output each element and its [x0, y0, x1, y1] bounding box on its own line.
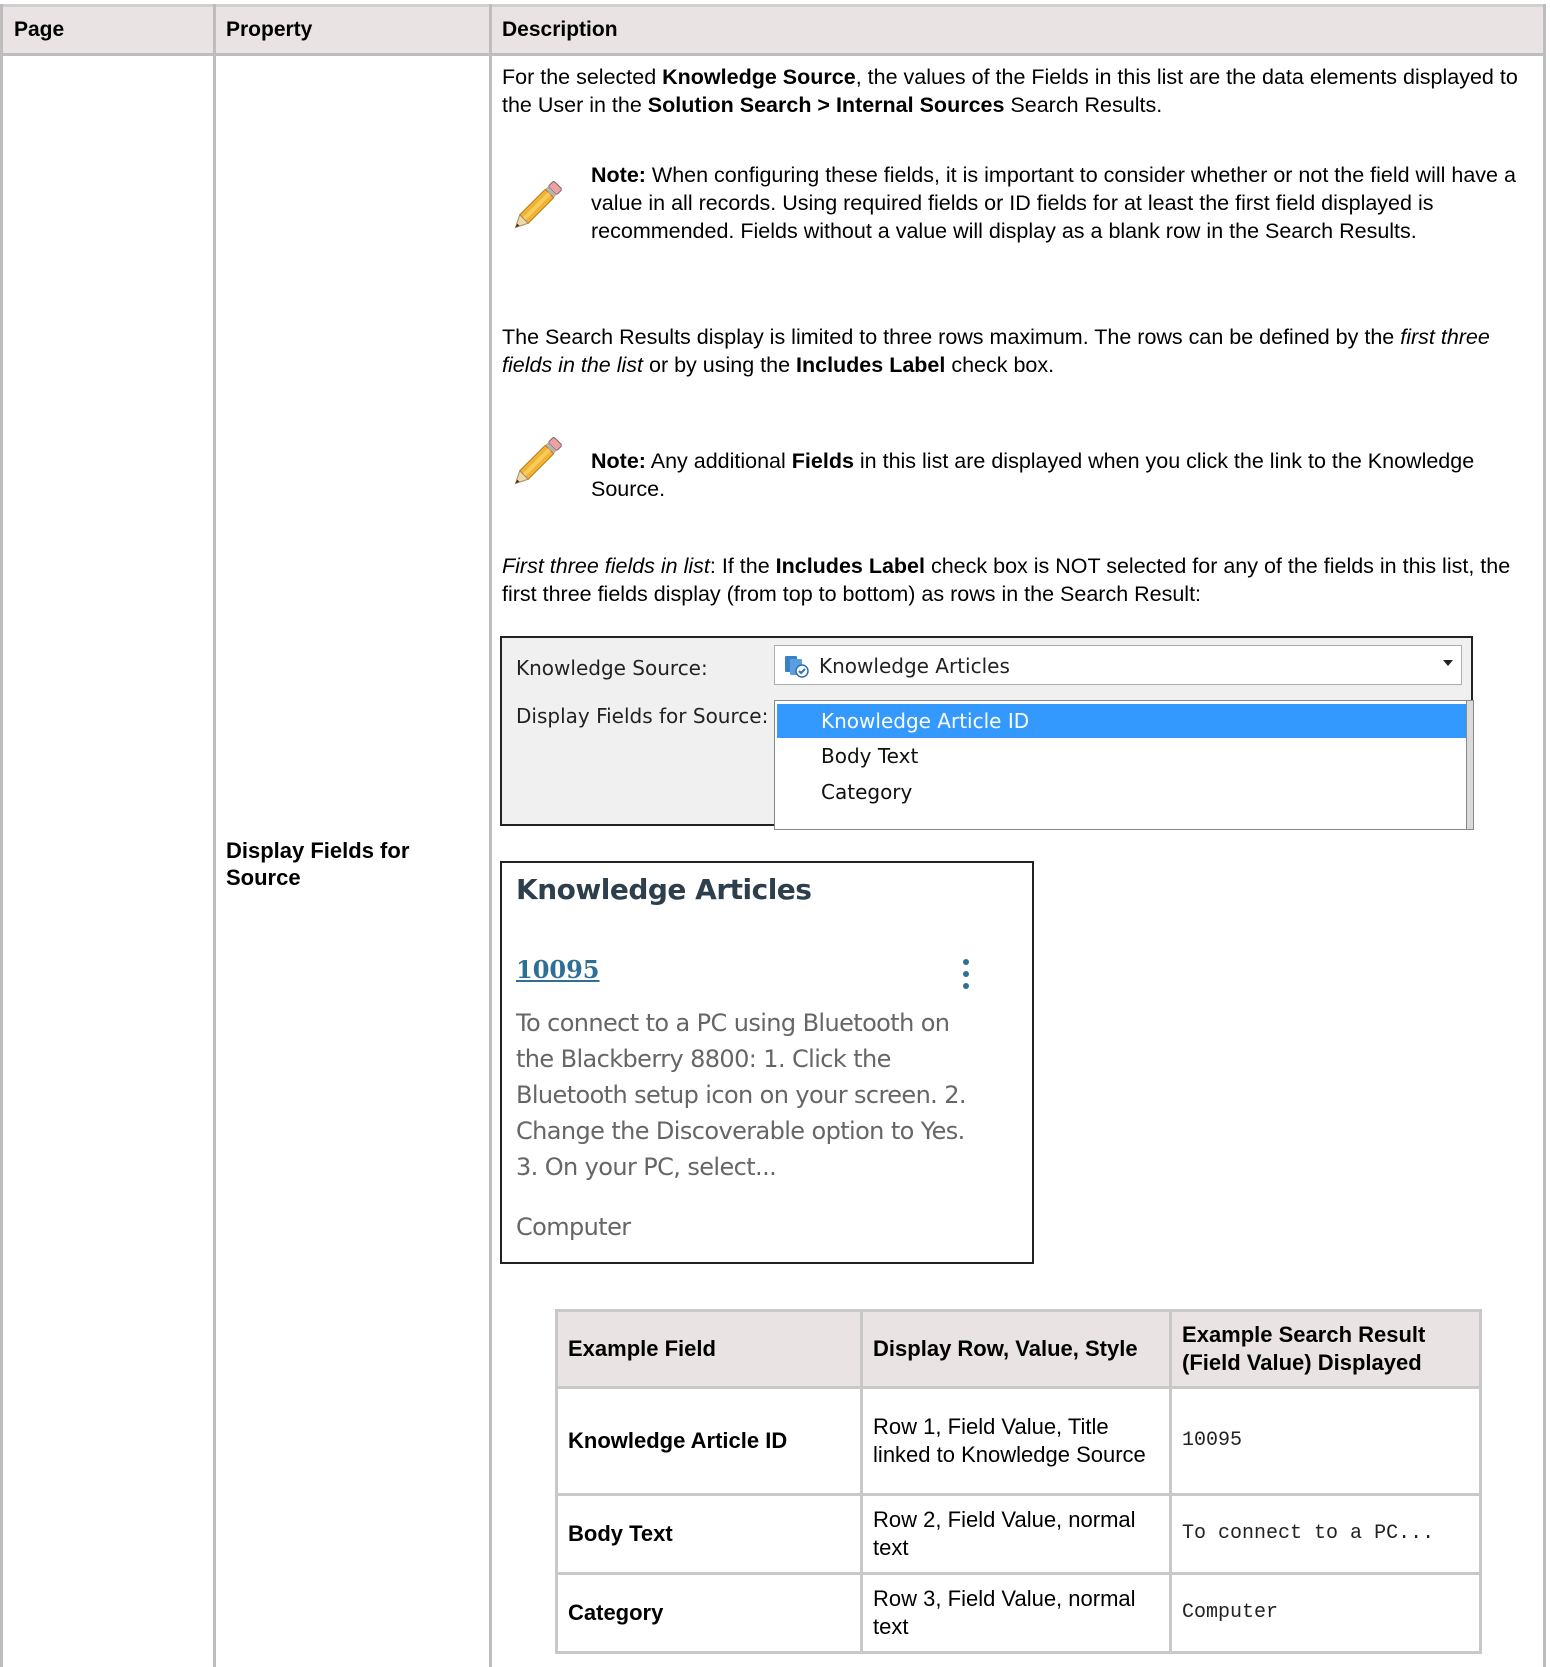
list-item-label: Category	[821, 780, 913, 804]
table-border-top	[0, 4, 1546, 7]
knowledge-source-value: Knowledge Articles	[819, 654, 1010, 678]
note-1: Note: When configuring these fields, it …	[591, 161, 1521, 245]
p3-text-italic: First three fields in list	[502, 554, 710, 578]
p2-text-c: or by using the	[643, 353, 796, 377]
example-header-display: Display Row, Value, Style	[860, 1309, 1173, 1389]
list-item-label: Body Text	[821, 744, 919, 768]
display-fields-form-screenshot: Knowledge Source: Knowledge Articles Dis…	[500, 636, 1474, 830]
p2-text-bold: Includes Label	[796, 353, 946, 377]
table-border-left	[0, 4, 3, 1667]
card-title: Knowledge Articles	[516, 873, 812, 906]
p3-text-bold: Includes Label	[775, 554, 925, 578]
card-body-text: To connect to a PC using Bluetooth on th…	[516, 1009, 967, 1181]
card-article-link[interactable]: 10095	[516, 955, 600, 984]
example-header-result: Example Search Result (Field Value) Disp…	[1169, 1309, 1482, 1389]
table-divider-2	[489, 4, 492, 1667]
note-2-text-a: Any additional	[645, 449, 792, 473]
p2-text-a: The Search Results display is limited to…	[502, 325, 1401, 349]
display-fields-label: Display Fields for Source:	[516, 704, 769, 728]
header-description: Description	[502, 18, 618, 41]
search-result-card-screenshot: Knowledge Articles 10095 To connect to a…	[500, 861, 1034, 1264]
card-category: Computer	[516, 1213, 631, 1241]
example-result-cell: To connect to a PC...	[1169, 1492, 1482, 1575]
example-fields-table: Example Field Display Row, Value, Style …	[554, 1309, 1482, 1655]
list-item-label: Knowledge Article ID	[821, 709, 1030, 733]
list-item[interactable]: Body Text	[777, 739, 1467, 773]
p3-text-b: : If the	[709, 554, 776, 578]
example-field-cell: Knowledge Article ID	[554, 1386, 864, 1496]
note-1-label: Note:	[591, 163, 646, 187]
pencil-note-icon	[514, 181, 562, 229]
note-1-text: When configuring these fields, it is imp…	[591, 163, 1516, 243]
example-result-cell: Computer	[1169, 1571, 1482, 1655]
example-display-cell: Row 1, Field Value, Title linked to Know…	[860, 1386, 1173, 1496]
note-2-label: Note:	[591, 449, 646, 473]
list-item[interactable]: Category	[777, 775, 1467, 809]
table-border-header	[0, 53, 1546, 56]
example-table-header: Example Field Display Row, Value, Style …	[554, 1309, 1482, 1389]
p2-text-e: check box.	[945, 353, 1055, 377]
p1-text: For the selected	[502, 65, 663, 89]
kebab-menu-icon[interactable]	[962, 959, 970, 995]
table-row: Knowledge Article ID Row 1, Field Value,…	[554, 1386, 1482, 1496]
knowledge-articles-icon	[785, 656, 809, 678]
table-row: Category Row 3, Field Value, normal text…	[554, 1571, 1482, 1655]
example-field-cell: Body Text	[554, 1492, 864, 1575]
example-display-cell: Row 3, Field Value, normal text	[860, 1571, 1173, 1655]
example-field-cell: Category	[554, 1571, 864, 1655]
p1-text: Search Results.	[1004, 93, 1163, 117]
description-paragraph-3: First three fields in list: If the Inclu…	[502, 552, 1512, 608]
chevron-down-icon[interactable]	[1443, 660, 1453, 666]
example-result-cell: 10095	[1169, 1386, 1482, 1496]
table-header-row: Page Property Description	[0, 4, 1546, 54]
listbox-scrollbar[interactable]	[1466, 701, 1473, 829]
description-paragraph-1: For the selected Knowledge Source, the v…	[502, 63, 1522, 119]
knowledge-source-label: Knowledge Source:	[516, 656, 708, 680]
note-2-text-bold: Fields	[791, 449, 854, 473]
property-label: Display Fields for Source	[226, 838, 410, 890]
table-row: Body Text Row 2, Field Value, normal tex…	[554, 1492, 1482, 1575]
display-fields-listbox[interactable]: Knowledge Article ID Body Text Category	[774, 700, 1474, 830]
table-border-right	[1543, 4, 1546, 1667]
p1-text-bold: Solution Search > Internal Sources	[647, 93, 1005, 117]
list-item[interactable]: Knowledge Article ID	[777, 704, 1467, 738]
p1-text-bold: Knowledge Source	[662, 65, 856, 89]
knowledge-source-dropdown[interactable]: Knowledge Articles	[774, 645, 1462, 685]
header-property: Property	[226, 18, 313, 41]
table-divider-1	[213, 4, 216, 1667]
pencil-note-icon	[514, 437, 562, 485]
example-display-cell: Row 2, Field Value, normal text	[860, 1492, 1173, 1575]
example-header-field: Example Field	[554, 1309, 864, 1389]
description-paragraph-2: The Search Results display is limited to…	[502, 323, 1512, 379]
header-page: Page	[14, 18, 65, 41]
note-2: Note: Any additional Fields in this list…	[591, 447, 1491, 503]
